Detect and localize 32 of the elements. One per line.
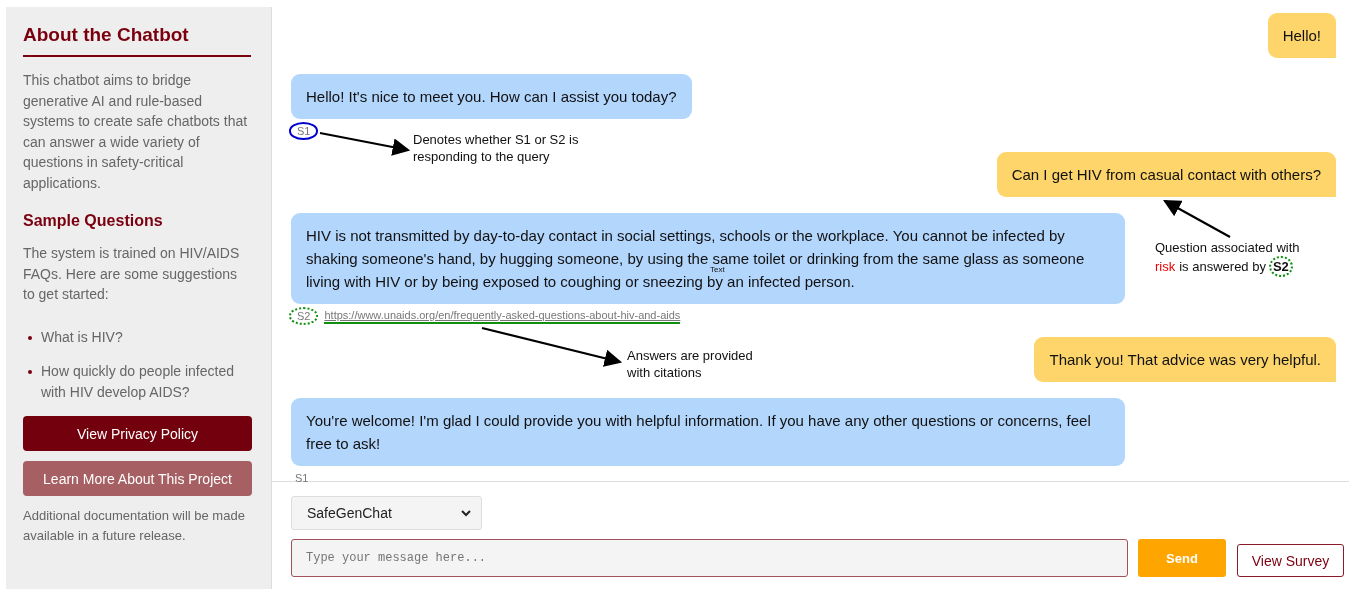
learn-more-button[interactable]: Learn More About This Project [23,461,252,496]
bot-message: You're welcome! I'm glad I could provide you with helpful information. If you have any other questions or concerns, feel free to ask! [291,398,1125,466]
citation-link[interactable]: https://www.unaids.org/en/frequently-asked-questions-about-hiv-and-aids [324,308,681,324]
view-survey-button[interactable]: View Survey [1237,544,1344,577]
annotation-text: Denotes whether S1 or S2 is responding to the query [413,131,580,165]
bot-message: Hello! It's nice to meet you. How can I assist you today? [291,74,692,119]
stray-label: Text [710,265,725,274]
user-message: Hello! [1267,13,1336,58]
sample-intro-text: The system is trained on HIV/AIDS FAQs. Here are some suggestions to get started: [23,244,241,304]
source-badge: S2 [1268,256,1293,277]
sidebar-title: About the Chatbot [23,24,251,57]
annotation-text: is answered by [1179,258,1266,275]
suggestion-item[interactable]: How quickly do people infected with HIV develop AIDS? [41,361,251,402]
bullet-icon [28,335,32,340]
footnote-text: Additional documentation will be made available in a future release. [23,507,246,545]
message-input[interactable]: Type your message here... [291,539,1128,577]
annotation-text: Answers are provided with citations [627,347,754,381]
model-select[interactable]: SafeGenChat [291,496,482,530]
bullet-icon [28,370,32,374]
about-text: This chatbot aims to bridge generative AI and rule-based systems to create safe chatbots that can answer a wide variety of questions in safety-critical applications. [23,71,249,193]
risk-word: risk [1155,258,1176,275]
source-label: S1 [289,122,319,140]
privacy-policy-button[interactable]: View Privacy Policy [23,416,252,451]
annotation-arrow [1163,199,1231,238]
chevron-down-icon [461,509,471,517]
source-label: S1 [294,471,310,485]
annotation-text: Question associated with [1155,239,1300,256]
suggestion-item[interactable]: What is HIV? [41,326,123,347]
source-label: S2 [289,307,319,325]
sample-questions-title: Sample Questions [23,212,164,230]
user-message: Can I get HIV from casual contact with others? [996,152,1336,197]
user-message: Thank you! That advice was very helpful. [1034,337,1336,382]
